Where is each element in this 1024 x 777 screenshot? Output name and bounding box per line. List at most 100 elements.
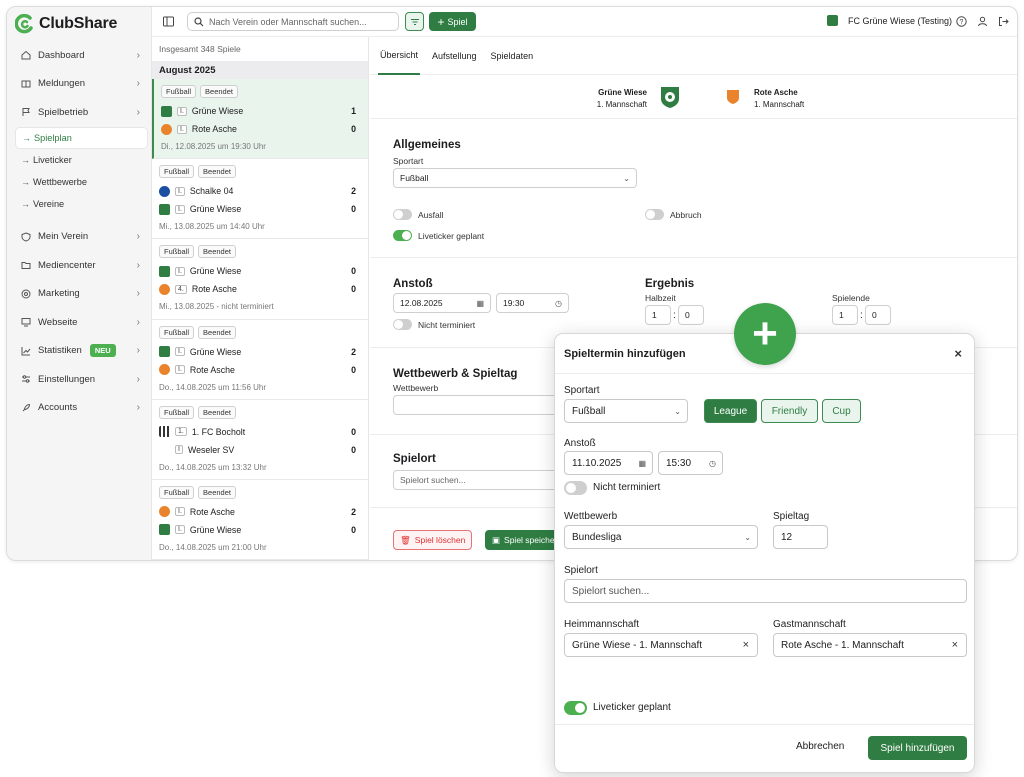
book-icon — [21, 79, 31, 89]
modal-heim-value: Grüne Wiese - 1. Mannschaft — [572, 639, 703, 651]
match-card[interactable]: Fußball Beendet 1. 1. FC Bocholt 0 I Weseler… — [152, 400, 368, 480]
away-team-row: I. Grüne Wiese 0 — [159, 200, 361, 218]
sidebar-item-einstellungen[interactable]: Einstellungen › — [7, 365, 152, 394]
arrow-right-icon: → — [21, 198, 30, 209]
logout-icon[interactable] — [997, 15, 1009, 27]
team-score: 0 — [351, 124, 356, 134]
sidebar-item-marketing[interactable]: Marketing › — [7, 280, 152, 309]
modal-date-input[interactable]: 11.10.2025 ▦ — [564, 451, 653, 475]
halbzeit-away-input[interactable]: 0 — [678, 305, 704, 325]
arrow-right-icon: → — [21, 176, 30, 187]
tab-uebersicht[interactable]: Übersicht — [378, 37, 421, 75]
ergebnis-title: Ergebnis — [645, 278, 695, 290]
kickoff-date-input[interactable]: 12.08.2025 ▦ — [393, 293, 491, 313]
sidebar-toggle-icon[interactable] — [162, 15, 174, 27]
help-icon[interactable]: ? — [955, 15, 967, 27]
sidebar-item-mediencenter[interactable]: Mediencenter › — [7, 251, 152, 280]
modal-spieltag-input[interactable]: 12 — [773, 525, 828, 549]
clear-icon[interactable]: × — [952, 639, 958, 651]
sidebar-item-statistiken[interactable]: Statistiken NEU › — [7, 337, 152, 366]
home-team-name: Grüne Wiese — [598, 88, 647, 97]
sidebar-item-meldungen[interactable]: Meldungen › — [7, 70, 152, 99]
sport-select[interactable]: Fußball ⌄ — [393, 168, 637, 188]
sidebar-subitem-wettbewerbe[interactable]: → Wettbewerbe — [7, 171, 152, 193]
sidebar-item-webseite[interactable]: Webseite › — [7, 308, 152, 337]
modal-spielort-label: Spielort — [564, 565, 598, 576]
close-icon[interactable]: × — [954, 346, 962, 361]
filter-button[interactable] — [405, 12, 424, 31]
sidebar-item-accounts[interactable]: Accounts › — [7, 394, 152, 423]
add-game-button[interactable]: + Spiel — [429, 12, 476, 31]
away-team-name: Rote Asche — [754, 88, 798, 97]
flag-icon — [21, 107, 31, 117]
rocket-icon — [21, 403, 31, 413]
modal-spielort-placeholder: Spielort suchen... — [572, 585, 650, 597]
sidebar-item-mein-verein[interactable]: Mein Verein › — [7, 223, 152, 252]
match-card[interactable]: Fußball Beendet I. Grüne Wiese 0 4. Rote Asc… — [152, 239, 368, 320]
search-input[interactable]: Nach Verein oder Mannschaft suchen... — [187, 12, 399, 31]
modal-liveticker-toggle[interactable] — [564, 701, 587, 715]
detail-tabs: Übersicht Aufstellung Spieldaten — [370, 37, 1017, 75]
type-friendly-button[interactable]: Friendly — [761, 399, 818, 423]
team-level: I. — [175, 525, 185, 535]
tab-spieldaten[interactable]: Spieldaten — [489, 37, 536, 75]
clear-icon[interactable]: × — [743, 639, 749, 651]
sidebar-subitem-spielplan[interactable]: → Spielplan — [15, 126, 148, 149]
modal-gast-select[interactable]: Rote Asche - 1. Mannschaft × — [773, 633, 967, 657]
clock-icon: ◷ — [709, 458, 716, 468]
delete-game-button[interactable]: 🗑 Spiel löschen — [393, 530, 473, 550]
modal-nicht-terminiert-toggle[interactable] — [564, 481, 587, 495]
team-name: Grüne Wiese — [191, 106, 244, 116]
modal-title: Spieltermin hinzufügen — [564, 347, 686, 360]
away-team-row: I Weseler SV 0 — [159, 441, 361, 459]
club-selector[interactable]: FC Grüne Wiese (Testing) — [826, 15, 952, 26]
modal-wettbewerb-select[interactable]: Bundesliga ⌄ — [564, 525, 758, 549]
modal-heim-select[interactable]: Grüne Wiese - 1. Mannschaft × — [564, 633, 758, 657]
cancel-button[interactable]: Abbrechen — [796, 741, 844, 752]
spielende-away-input[interactable]: 0 — [865, 305, 891, 325]
chevron-right-icon: › — [136, 259, 140, 271]
tab-aufstellung[interactable]: Aufstellung — [430, 37, 479, 75]
team-level: I — [175, 445, 183, 455]
liveticker-toggle[interactable] — [393, 230, 412, 241]
away-team-row: I. Rote Asche 0 — [159, 361, 361, 379]
add-match-modal: Spieltermin hinzufügen × Sportart Fußbal… — [554, 333, 975, 773]
nicht-terminiert-toggle[interactable] — [393, 319, 412, 330]
modal-time-input[interactable]: 15:30 ◷ — [658, 451, 723, 475]
user-icon[interactable] — [976, 15, 988, 27]
halbzeit-home-input[interactable]: 1 — [645, 305, 671, 325]
team-score: 0 — [351, 524, 356, 535]
team-name: Grüne Wiese — [189, 524, 242, 535]
modal-sport-select[interactable]: Fußball ⌄ — [564, 399, 688, 423]
type-league-button[interactable]: League — [704, 399, 757, 423]
sidebar-subitem-vereine[interactable]: → Vereine — [7, 193, 152, 215]
away-crest-icon — [727, 90, 739, 104]
ausfall-toggle[interactable] — [393, 209, 412, 220]
match-list: Insgesamt 348 Spiele August 2025 Fußball… — [152, 37, 369, 560]
match-card[interactable]: Fußball Beendet I. Grüne Wiese 2 I. Rote Asc… — [152, 320, 368, 400]
abbruch-label: Abbruch — [670, 210, 702, 220]
match-card[interactable]: Fußball Beendet I. Grüne Wiese 1 I. Rote Asc… — [152, 79, 368, 160]
sidebar-item-spielbetrieb[interactable]: Spielbetrieb › — [7, 98, 152, 127]
spielende-home-input[interactable]: 1 — [832, 305, 858, 325]
type-cup-button[interactable]: Cup — [822, 399, 861, 423]
sidebar-subitem-liveticker[interactable]: → Liveticker — [7, 149, 152, 171]
sidebar-item-dashboard[interactable]: Dashboard › — [7, 41, 152, 70]
kickoff-time-input[interactable]: 19:30 ◷ — [496, 293, 569, 313]
team-score: 0 — [351, 444, 356, 455]
chart-icon — [21, 346, 31, 356]
kickoff-date: 12.08.2025 — [400, 298, 443, 308]
spielort-placeholder: Spielort suchen... — [400, 475, 466, 485]
sidebar-subitem-label: Wettbewerbe — [33, 176, 87, 187]
home-crest-icon — [661, 87, 679, 108]
match-card[interactable]: Fußball Beendet I. Rote Asche 2 I. Grüne Wie… — [152, 480, 368, 560]
status-tag: Beendet — [200, 85, 238, 98]
submit-button[interactable]: Spiel hinzufügen — [868, 736, 967, 760]
match-card[interactable]: Fußball Beendet I. Schalke 04 2 I. Grüne Wie… — [152, 159, 368, 240]
sport-label: Sportart — [393, 156, 424, 166]
abbruch-toggle[interactable] — [645, 209, 664, 220]
sport-tag: Fußball — [159, 485, 195, 499]
modal-spielort-input[interactable]: Spielort suchen... — [564, 579, 967, 603]
team-score: 1 — [351, 106, 356, 116]
app-logo[interactable]: ClubShare — [15, 12, 117, 36]
